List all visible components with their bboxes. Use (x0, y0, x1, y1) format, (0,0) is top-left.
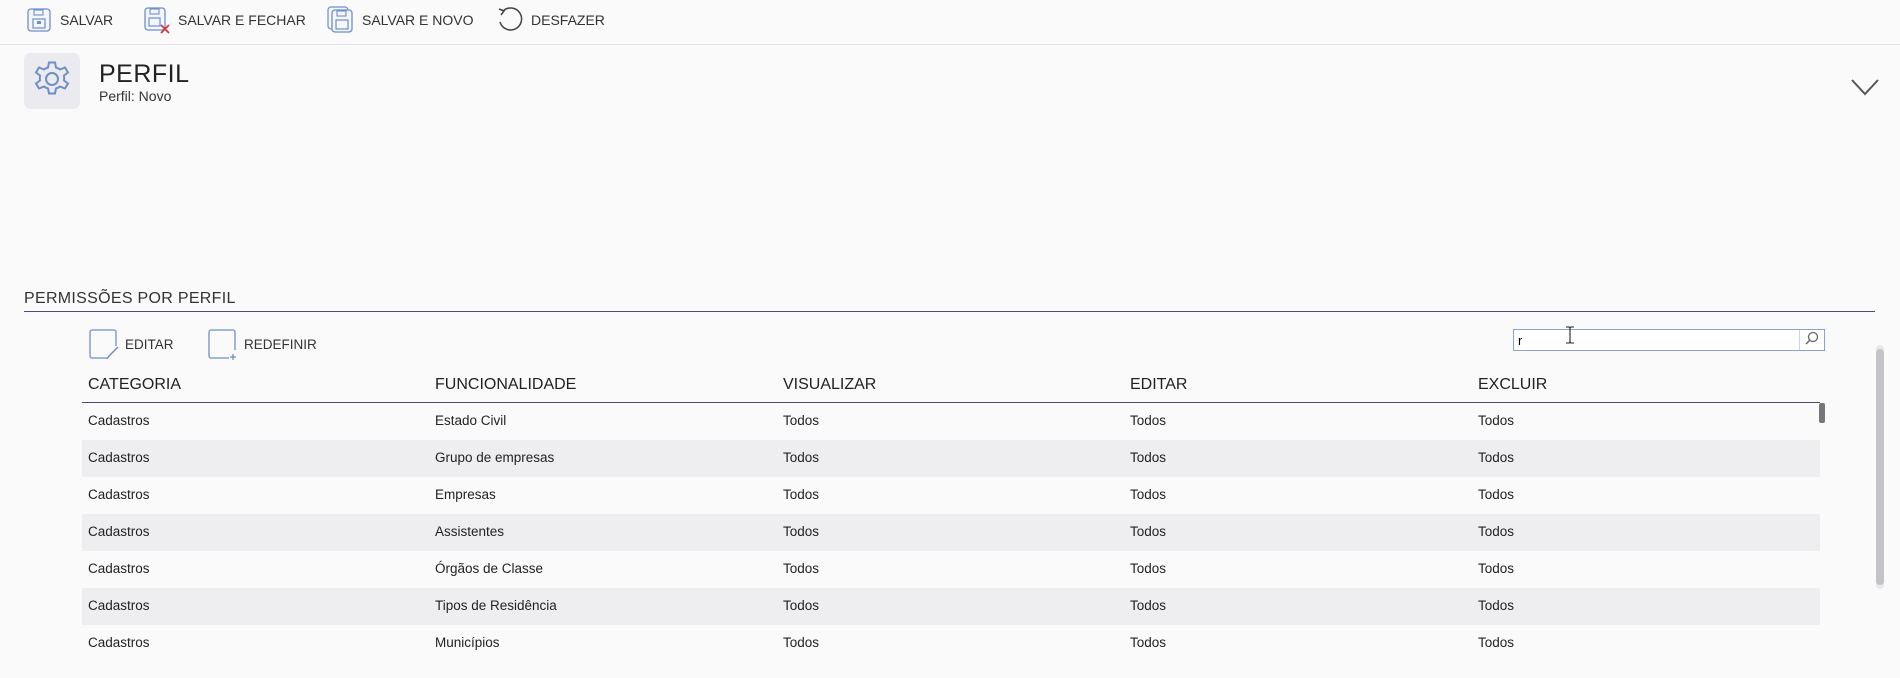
cell-visualizar: Todos (783, 635, 820, 650)
column-header-editar[interactable]: EDITAR (1130, 376, 1187, 394)
table-row[interactable]: Cadastros Municípios Todos Todos Todos (82, 625, 1820, 662)
cell-funcionalidade: Municípios (435, 635, 500, 650)
floppy-disk-icon (24, 5, 54, 35)
page-scrollbar-thumb[interactable] (1876, 349, 1884, 585)
cell-categoria: Cadastros (88, 413, 150, 428)
toolbar: SALVAR SALVAR E FECHAR SALVAR E NOVO DES… (0, 0, 1900, 45)
save-and-close-button[interactable]: SALVAR E FECHAR (142, 4, 306, 36)
table-row[interactable]: Cadastros Assistentes Todos Todos Todos (82, 514, 1820, 551)
cell-categoria: Cadastros (88, 598, 150, 613)
cell-visualizar: Todos (783, 450, 820, 465)
cell-categoria: Cadastros (88, 561, 150, 576)
undo-icon (495, 5, 525, 35)
cell-editar: Todos (1130, 487, 1167, 502)
table-row[interactable]: Cadastros Órgãos de Classe Todos Todos T… (82, 551, 1820, 588)
profile-header-icon (24, 53, 80, 109)
cell-visualizar: Todos (783, 413, 820, 428)
section-title: PERMISSÕES POR PERFIL (24, 290, 236, 307)
gear-icon (29, 56, 75, 107)
column-header-categoria[interactable]: CATEGORIA (88, 376, 181, 394)
cell-visualizar: Todos (783, 487, 820, 502)
cell-categoria: Cadastros (88, 635, 150, 650)
cell-editar: Todos (1130, 413, 1167, 428)
search-icon (1805, 331, 1819, 350)
cell-editar: Todos (1130, 635, 1167, 650)
cell-funcionalidade: Empresas (435, 487, 496, 502)
collapse-header-button[interactable] (1848, 76, 1882, 100)
reset-permissions-label: REDEFINIR (244, 336, 317, 352)
save-label: SALVAR (60, 12, 114, 28)
cell-categoria: Cadastros (88, 524, 150, 539)
cell-funcionalidade: Estado Civil (435, 413, 507, 428)
save-and-close-label: SALVAR E FECHAR (178, 12, 306, 28)
cell-funcionalidade: Assistentes (435, 524, 505, 539)
cell-editar: Todos (1130, 450, 1167, 465)
undo-label: DESFAZER (531, 12, 605, 28)
cell-editar: Todos (1130, 598, 1167, 613)
table-scrollbar-thumb[interactable] (1819, 403, 1825, 423)
edit-icon (88, 328, 120, 360)
column-header-visualizar[interactable]: VISUALIZAR (783, 376, 876, 394)
cell-excluir: Todos (1478, 450, 1515, 465)
cell-visualizar: Todos (783, 598, 820, 613)
save-and-new-label: SALVAR E NOVO (362, 12, 474, 28)
section-divider (24, 311, 1875, 312)
edit-permissions-label: EDITAR (125, 336, 174, 352)
cell-excluir: Todos (1478, 524, 1515, 539)
reset-permissions-button[interactable]: REDEFINIR (207, 328, 317, 360)
cell-excluir: Todos (1478, 487, 1515, 502)
table-row[interactable]: Cadastros Estado Civil Todos Todos Todos (82, 403, 1820, 440)
column-header-funcionalidade[interactable]: FUNCIONALIDADE (435, 376, 576, 394)
cell-visualizar: Todos (783, 561, 820, 576)
text-cursor-icon (1564, 326, 1576, 349)
search-button[interactable] (1799, 330, 1824, 350)
table-row[interactable]: Cadastros Grupo de empresas Todos Todos … (82, 440, 1820, 477)
cell-excluir: Todos (1478, 635, 1515, 650)
save-and-new-button[interactable]: SALVAR E NOVO (326, 4, 474, 36)
cell-funcionalidade: Órgãos de Classe (435, 561, 544, 576)
page-subtitle: Perfil: Novo (99, 88, 172, 104)
cell-categoria: Cadastros (88, 487, 150, 502)
undo-button[interactable]: DESFAZER (495, 4, 605, 36)
table-row[interactable]: Cadastros Empresas Todos Todos Todos (82, 477, 1820, 514)
table-header: CATEGORIA FUNCIONALIDADE VISUALIZAR EDIT… (82, 374, 1820, 403)
search-input[interactable] (1514, 330, 1800, 350)
chevron-down-icon (1848, 79, 1882, 104)
cell-excluir: Todos (1478, 561, 1515, 576)
permissions-search (1513, 329, 1825, 351)
save-button[interactable]: SALVAR (24, 4, 113, 36)
floppy-disk-copy-icon (326, 5, 356, 35)
cell-visualizar: Todos (783, 524, 820, 539)
column-header-excluir[interactable]: EXCLUIR (1478, 376, 1547, 394)
cell-excluir: Todos (1478, 413, 1515, 428)
table-row[interactable]: Cadastros Tipos de Residência Todos Todo… (82, 588, 1820, 625)
cell-excluir: Todos (1478, 598, 1515, 613)
cell-funcionalidade: Grupo de empresas (435, 450, 555, 465)
page-title: PERFIL (99, 60, 190, 88)
table-body: Cadastros Estado Civil Todos Todos Todos… (82, 403, 1820, 678)
cell-categoria: Cadastros (88, 450, 150, 465)
edit-permissions-button[interactable]: EDITAR (88, 328, 174, 360)
cell-editar: Todos (1130, 524, 1167, 539)
cell-editar: Todos (1130, 561, 1167, 576)
cell-funcionalidade: Tipos de Residência (435, 598, 557, 613)
reset-icon (207, 328, 239, 360)
floppy-disk-close-icon (142, 5, 172, 35)
